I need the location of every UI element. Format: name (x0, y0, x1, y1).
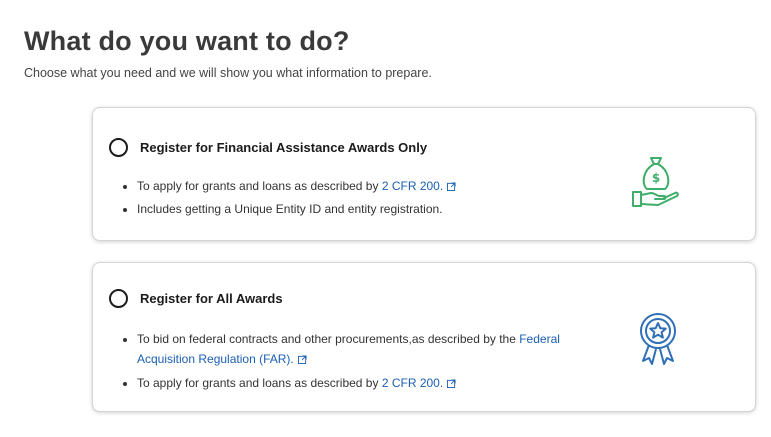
list-item: To apply for grants and loans as describ… (137, 373, 607, 393)
option-label: Register for All Awards (140, 291, 283, 306)
option-financial-assistance[interactable]: Register for Financial Assistance Awards… (109, 138, 427, 157)
award-ribbon-icon (640, 313, 676, 365)
svg-text:$: $ (652, 171, 660, 185)
list-item: To bid on federal contracts and other pr… (137, 329, 607, 369)
option-all-awards[interactable]: Register for All Awards (109, 289, 283, 308)
option-card-all-awards[interactable]: Register for All Awards To bid on federa… (92, 262, 756, 412)
external-link-icon (297, 355, 307, 364)
money-bag-hand-icon: $ (632, 157, 679, 207)
bullet-text: Includes getting a Unique Entity ID and … (137, 202, 443, 216)
bullet-text: To apply for grants and loans as describ… (137, 376, 382, 390)
external-link-icon (447, 379, 456, 388)
option-label: Register for Financial Assistance Awards… (140, 140, 428, 155)
option-description-list: To apply for grants and loans as describ… (105, 176, 607, 222)
option-card-financial-assistance[interactable]: Register for Financial Assistance Awards… (92, 107, 756, 241)
list-item: To apply for grants and loans as describ… (137, 176, 607, 196)
radio-button[interactable] (109, 138, 128, 157)
bullet-text: To bid on federal contracts and other pr… (137, 332, 520, 346)
list-item: Includes getting a Unique Entity ID and … (137, 199, 607, 219)
external-link-icon (447, 182, 456, 191)
page-title: What do you want to do? (24, 26, 350, 56)
radio-button[interactable] (109, 289, 128, 308)
cfr-200-link[interactable]: 2 CFR 200. (382, 376, 443, 390)
page-subtitle: Choose what you need and we will show yo… (24, 66, 432, 80)
bullet-text: To apply for grants and loans as describ… (137, 179, 382, 193)
option-description-list: To bid on federal contracts and other pr… (105, 329, 607, 397)
cfr-200-link[interactable]: 2 CFR 200. (382, 179, 443, 193)
